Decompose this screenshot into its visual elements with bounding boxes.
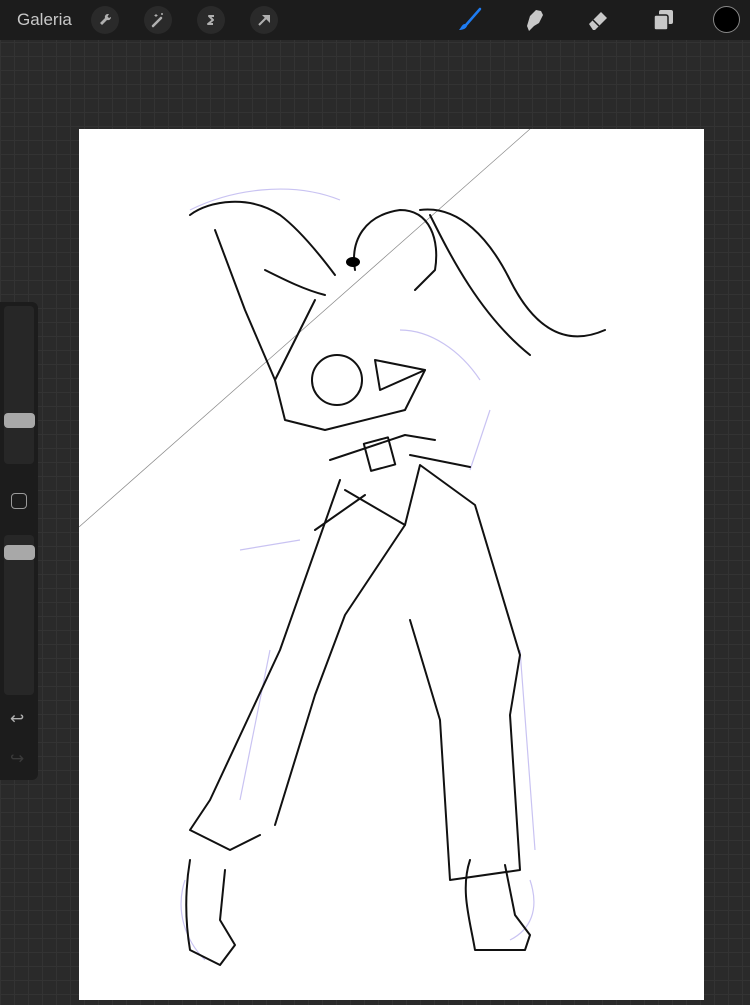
redo-icon[interactable]: ↪ — [10, 749, 24, 769]
guide-line — [78, 128, 531, 528]
gallery-button[interactable]: Galeria — [17, 10, 72, 30]
eraser-icon[interactable] — [583, 5, 613, 35]
brush-size-slider-thumb[interactable] — [4, 413, 35, 429]
left-sidebar: ↩ ↪ — [0, 302, 38, 780]
magic-wand-icon[interactable] — [144, 6, 172, 34]
layers-icon[interactable] — [648, 5, 678, 35]
modify-button[interactable] — [11, 493, 27, 509]
color-picker-button[interactable] — [713, 6, 740, 33]
top-toolbar: Galeria — [0, 0, 750, 40]
undo-icon[interactable]: ↩ — [10, 709, 24, 729]
sketch-artwork — [78, 128, 606, 966]
transform-arrow-icon[interactable] — [250, 6, 278, 34]
microphone — [346, 257, 360, 267]
opacity-slider-thumb[interactable] — [4, 545, 35, 561]
wrench-icon[interactable] — [91, 6, 119, 34]
selection-icon[interactable] — [197, 6, 225, 34]
brush-size-slider[interactable] — [4, 306, 34, 464]
smudge-icon[interactable] — [519, 5, 549, 35]
brush-icon[interactable] — [455, 5, 485, 35]
sketch-lineart — [185, 200, 606, 966]
drawing-canvas[interactable] — [78, 128, 704, 1000]
